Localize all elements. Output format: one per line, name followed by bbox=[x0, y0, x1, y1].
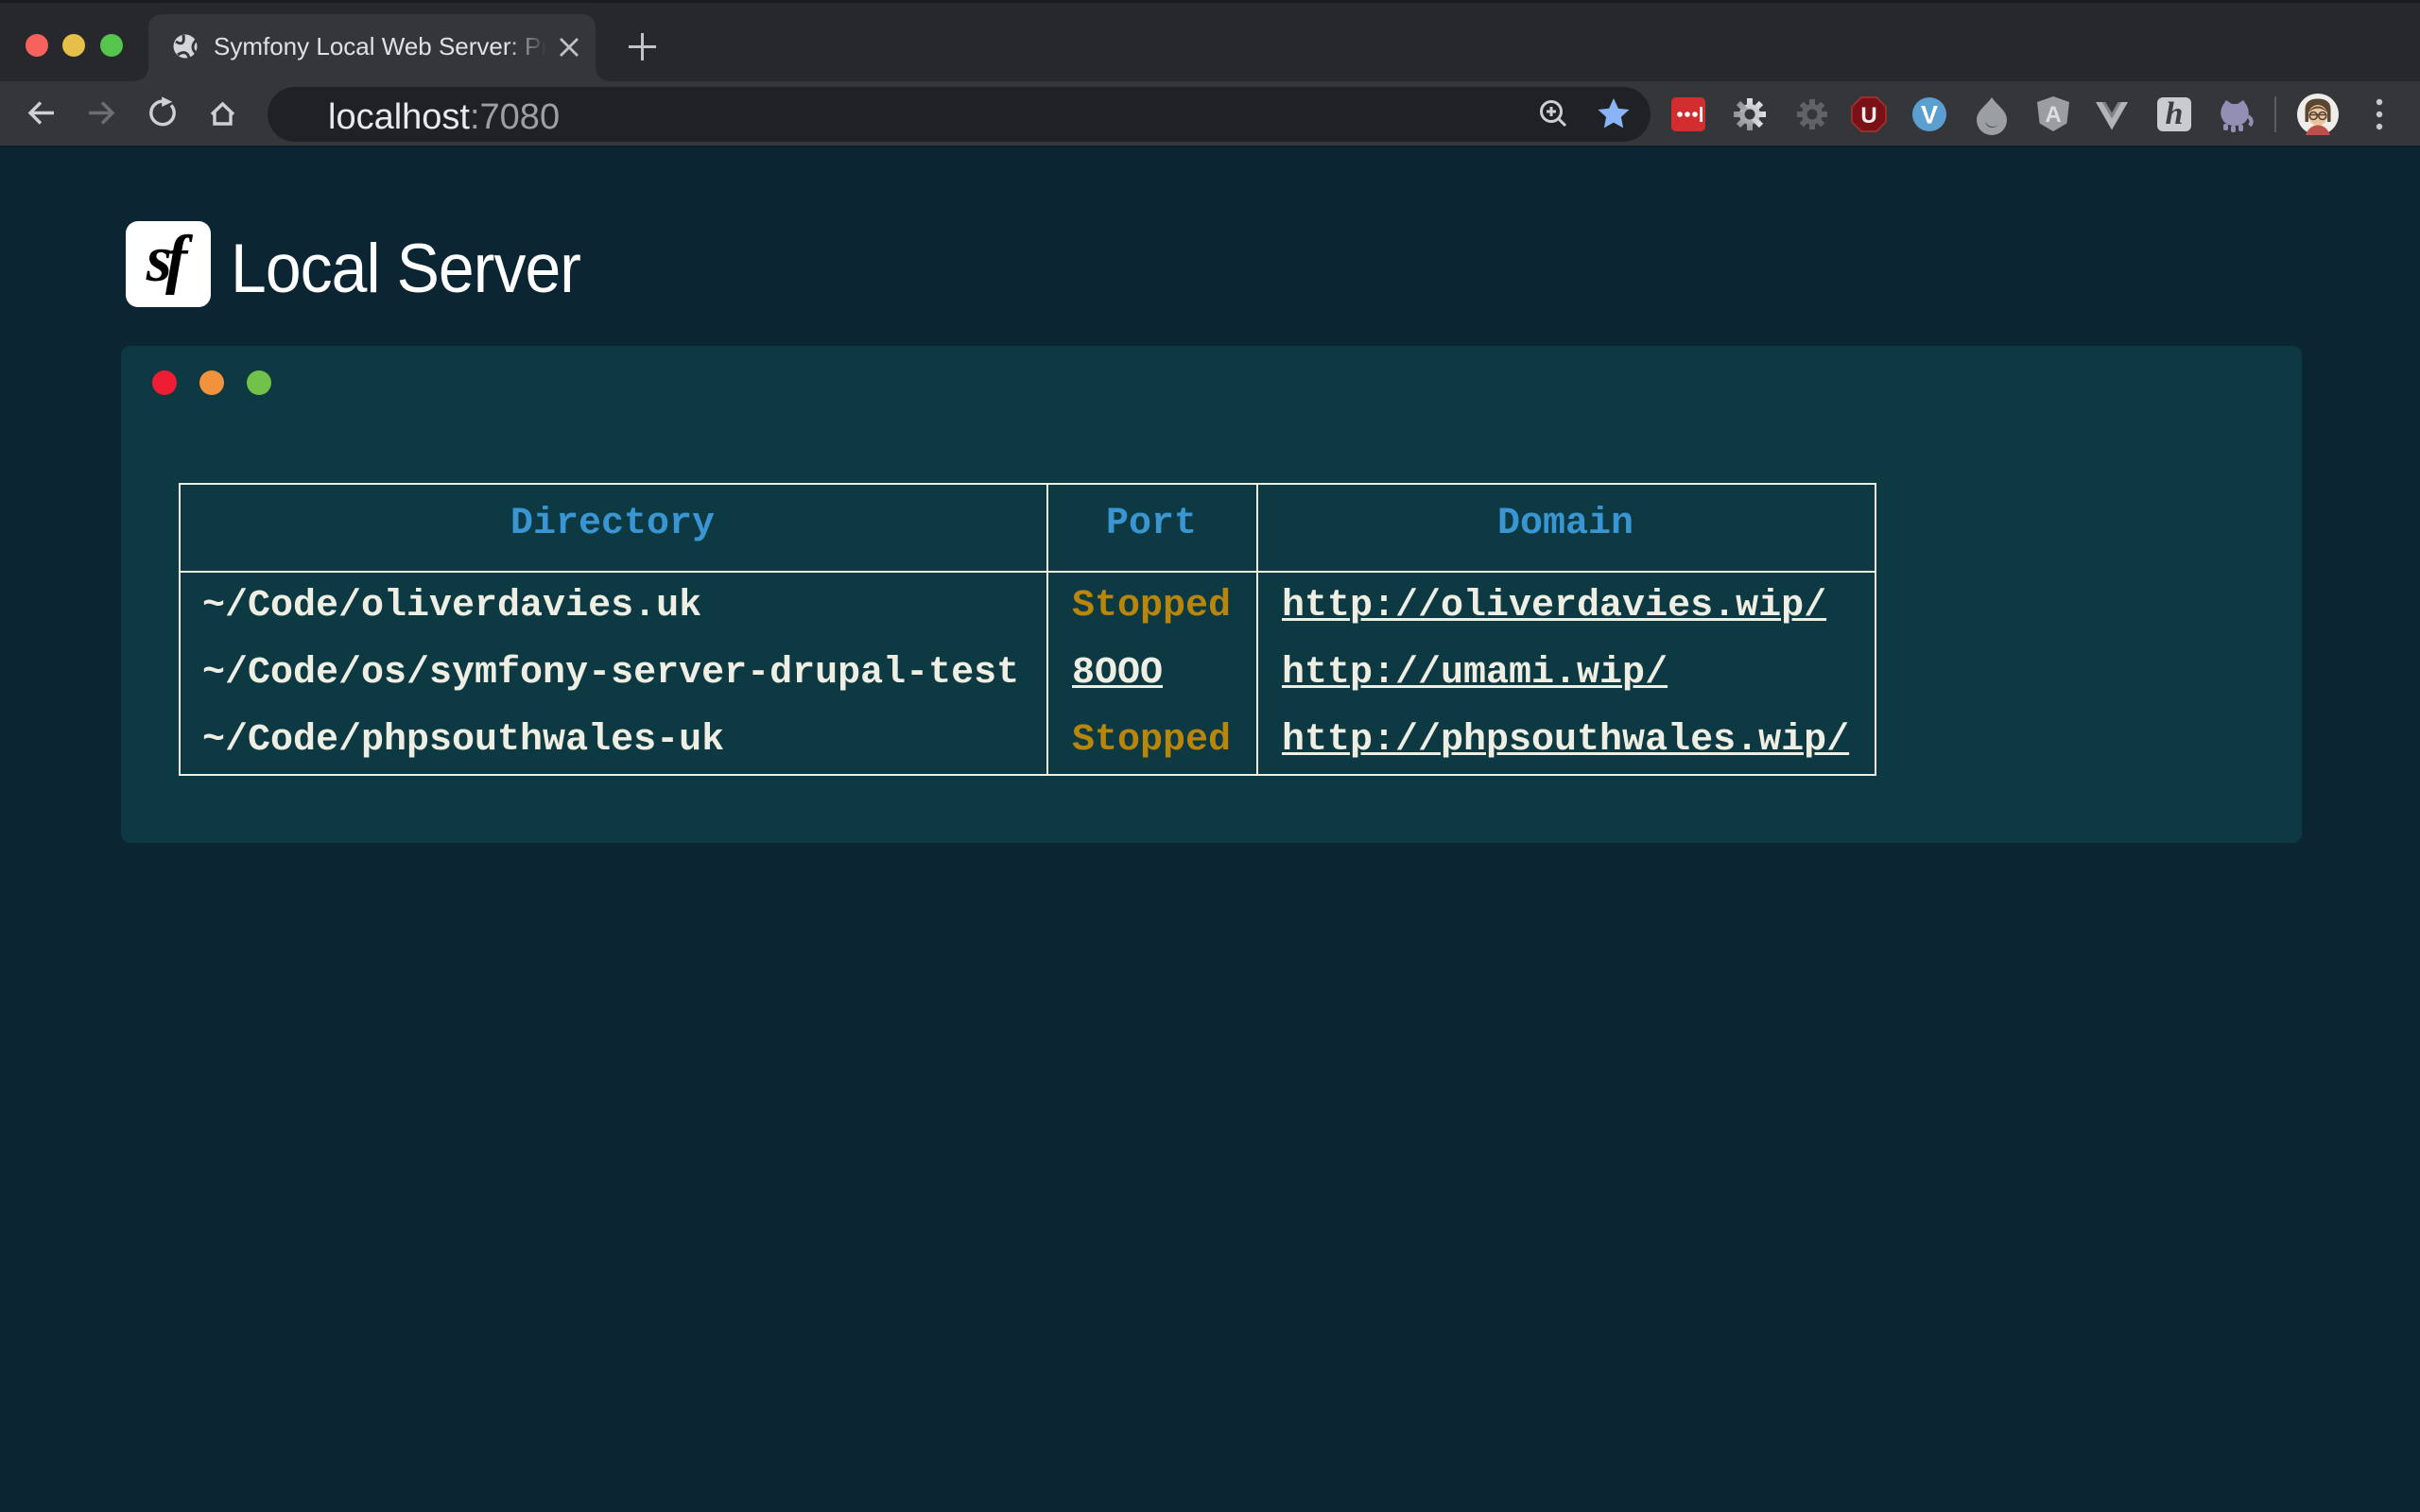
svg-text:U: U bbox=[1860, 103, 1876, 129]
svg-text:A: A bbox=[2045, 102, 2061, 128]
svg-text:h: h bbox=[2166, 96, 2184, 131]
svg-text:V: V bbox=[1921, 101, 1938, 129]
